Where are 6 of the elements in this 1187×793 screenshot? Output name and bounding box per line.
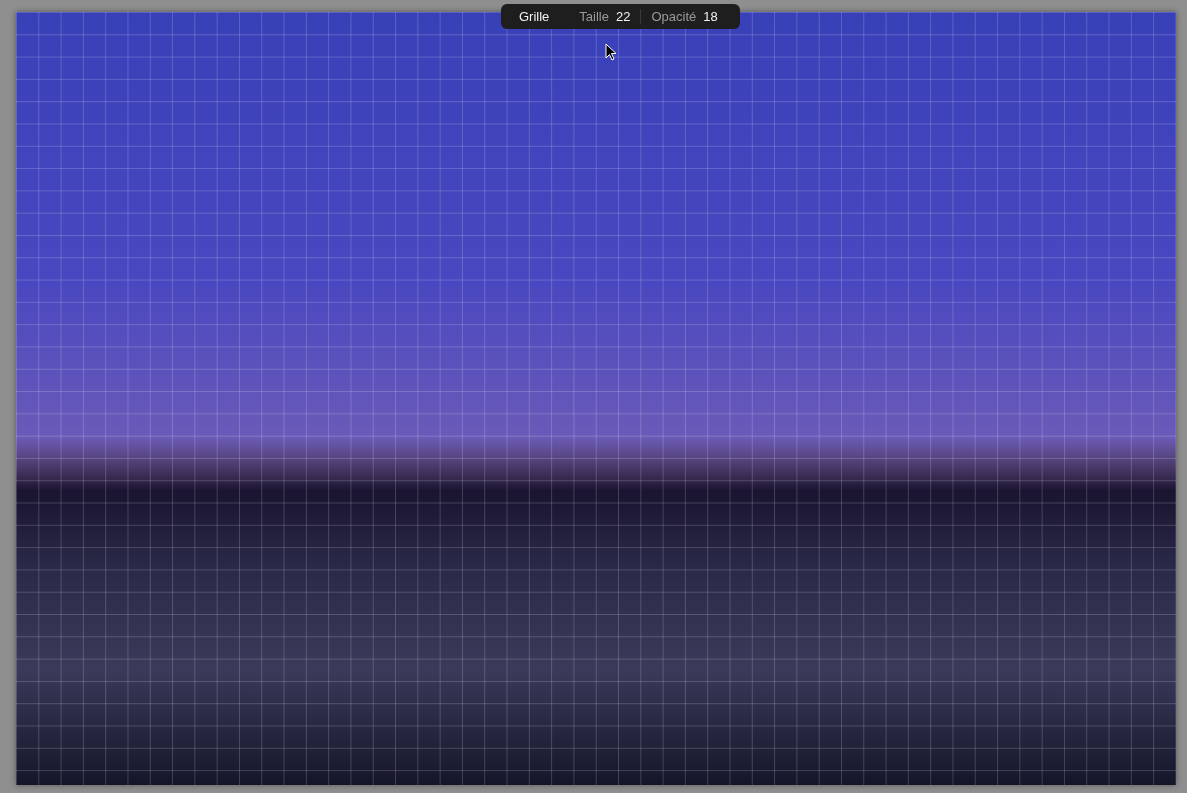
setting-label[interactable]: Opacité	[651, 9, 697, 24]
setting-label[interactable]: Taille	[579, 9, 609, 24]
setting-value[interactable]: 22	[615, 9, 631, 24]
setting-value[interactable]: 18	[703, 9, 718, 24]
cursor-icon	[605, 43, 617, 61]
toolbar-title: Grille	[519, 9, 550, 24]
